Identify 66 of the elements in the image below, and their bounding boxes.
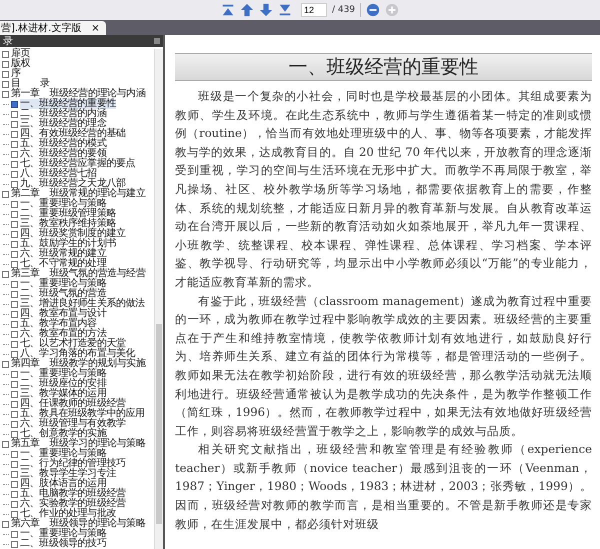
outline-item[interactable]: 五、教学布置内容 <box>20 319 97 329</box>
outline-item[interactable]: 第五章 班级学习的理论与策略 <box>11 439 146 449</box>
outline-item[interactable]: 版权 <box>11 59 30 69</box>
outline-item[interactable]: 七、不守常规的处理 <box>20 259 106 269</box>
outline-item[interactable]: 八、学习角落的布置与美化 <box>20 349 136 359</box>
outline-item[interactable]: 六、教室布置的方法 <box>20 329 106 339</box>
sidebar-title: 录 <box>3 35 13 48</box>
outline-item[interactable]: 扉页 <box>11 49 30 59</box>
close-button[interactable]: × <box>91 22 100 34</box>
outline-item[interactable]: 五、班级经营的模式 <box>20 139 106 149</box>
outline-item[interactable]: 六、班级管理与有效教学 <box>20 419 126 429</box>
outline-item[interactable]: 九、班级经营之天龙八部 <box>20 179 126 189</box>
outline-item[interactable]: 序 <box>11 69 21 79</box>
paragraph: 有鉴于此，班级经营（classroom management）遂成为教育过程中重要的一环，成为教师在教学过程中影响教学成效的主要因素。班级经营的主要重点在于产生和维持教室情境，使教学依教师计划有效地进行，如鼓励良好行为、培养师生关系、建立有益的团体行为常模等，都是管理活动的一些例子。教师如果无法在教学初始阶段，进行有效的班级经营，那么教学活动就无法顺利地进行。班级经营通常被认为是教学成功的先决条件，是为教学作整顿工作（简红珠，1996）。然而，在教师教学过程中，如果无法有效地做好班级经营工作，则容易将班级经营置于教学之上，影响教学的成效与品质。 <box>175 292 592 440</box>
arrow-down-icon[interactable] <box>258 3 273 17</box>
outline-item[interactable]: 三、教导学生学习专注 <box>20 469 116 479</box>
outline-item[interactable]: 三、增进良好师生关系的做法 <box>20 299 145 309</box>
outline-item[interactable]: 七、作业的处理与批改 <box>20 509 116 519</box>
section-heading: 一、班级经营的重要性 <box>288 55 478 80</box>
outline-item[interactable]: 第三章 班级气氛的营造与经营 <box>11 269 146 279</box>
page-total: / 439 <box>332 5 356 15</box>
outline-item[interactable]: 目 录 <box>11 79 50 89</box>
outline-item[interactable]: 四、肢体语言的运用 <box>20 479 106 489</box>
outline-item[interactable]: 第一章 班级经营的理论与内涵 <box>11 89 146 99</box>
outline-item[interactable]: 一、重要理论与策略 <box>20 279 106 289</box>
outline-item[interactable]: 三、教室秩序维持策略 <box>20 219 116 229</box>
outline-item[interactable]: 四、教室布置与设计 <box>20 309 106 319</box>
outline-item[interactable]: 一、班级经营的重要性 <box>20 99 116 109</box>
outline-item[interactable]: 第六章 班级领导的理论与策略 <box>11 519 146 529</box>
outline-item[interactable]: 一、重要理论与策略 <box>20 369 106 379</box>
outline-item[interactable]: 四、任课教师的班级经营 <box>20 399 126 409</box>
outline-item[interactable]: 二、班级座位的安排 <box>20 379 106 389</box>
paragraph: 相关研究文献指出，班级经营和教室管理是有经验教师（experience teacher）或新手教师（novice teacher）最感到沮丧的一环（Veenman，1987；Yinger，1980；Woods，1983；林进材，2003；张秀敏，1999）。因而，班级经营对教师的教学而言，是相当重要的。不管是新手教师还是专家教师，在生涯发展中，都必须针对班级 <box>175 441 592 533</box>
outline-item[interactable]: 三、教学媒体的运用 <box>20 389 106 399</box>
outline-item[interactable]: 二、重要班级管理策略 <box>20 209 116 219</box>
outline-item[interactable]: 二、班级气氛的营造 <box>20 289 106 299</box>
arrow-up-icon[interactable] <box>240 3 254 17</box>
scrollbar[interactable] <box>154 49 163 549</box>
outline-item[interactable]: 六、班级经营的要领 <box>20 149 106 159</box>
outline-item[interactable]: 二、班级领导的技巧 <box>20 539 106 549</box>
outline-item[interactable]: 八、班级经营七招 <box>20 169 97 179</box>
outline-item[interactable]: 四、班级奖赏制度的建立 <box>20 229 126 239</box>
outline-item[interactable]: 七、以艺术打造爱的天堂 <box>20 339 126 349</box>
first-page-icon[interactable] <box>220 3 235 17</box>
outline-item[interactable]: 第二章 班级常规的理论与建立 <box>11 189 146 199</box>
outline-item[interactable]: 五、鼓励学生的计划书 <box>20 239 116 249</box>
page-number-field[interactable]: 12 <box>300 3 327 17</box>
outline-item[interactable]: 第四章 班级教学的规划与实施 <box>11 359 146 369</box>
outline-item[interactable]: 三、班级经营的理念 <box>20 119 106 129</box>
outline-item[interactable]: 七、班级经营应掌握的要点 <box>20 159 136 169</box>
outline-item[interactable]: 六、实验教学的班级经营 <box>20 499 126 509</box>
document-tab[interactable]: 营].林进材.文字版 × <box>0 21 106 35</box>
outline-item[interactable]: 五、教具在班级教学中的应用 <box>20 409 145 419</box>
outline-item[interactable]: 五、电脑教学的班级经营 <box>20 489 126 499</box>
scrollbar-thumb[interactable] <box>156 324 162 524</box>
outline-item[interactable]: 一、重要理论与策略 <box>20 449 106 459</box>
outline-item[interactable]: 一、重要理论与策略 <box>20 529 106 539</box>
outline-item[interactable]: 一、重要理论与策略 <box>20 199 106 209</box>
outline-item[interactable]: 六、班级常规的建立 <box>20 249 106 259</box>
zoom-out-icon[interactable] <box>366 3 380 17</box>
last-page-icon[interactable] <box>278 3 292 17</box>
outline-item[interactable]: 二、行为纪律的管理技巧 <box>20 459 126 469</box>
paragraph: 班级是一个复杂的小社会，同时也是学校最基层的小团体。其组成要素为教师、学生及环境。在此生态系统中，教师与学生遵循着某一特定的准则或惯例（routine），恰当而有效地处理班级中的人、事、物等各项要素，才能发挥教与学的效果，达成教育目的。自 20 世纪 70 年代以来，开放教育的理念逐渐受到重视，学习的空间与生活环境在无形中扩大。而教学不再局限于教室，举凡操场、社区、校外教学场所等学习场地，都需要依据教育上的需要，作整体、系统的规划统整，才能适应日新月异的教育革新与发展。自从教育改革运动在台湾开展以后，一些新的教育活动如火如荼地展开，举凡九年一贯课程、小班教学、统整课程、校本课程、弹性课程、总体课程、学习档案、学本评鉴、教学视导、行动研究等，均显示出中小学教师必须以“万能”的专业能力，才能适应教育革新的需求。 <box>175 88 592 291</box>
outline-item[interactable]: 四、有效班级经营的基础 <box>20 129 126 139</box>
outline-item[interactable]: 二、班级经营的内涵 <box>20 109 106 119</box>
outline-item[interactable]: 七、创意教学的实施 <box>20 429 106 439</box>
